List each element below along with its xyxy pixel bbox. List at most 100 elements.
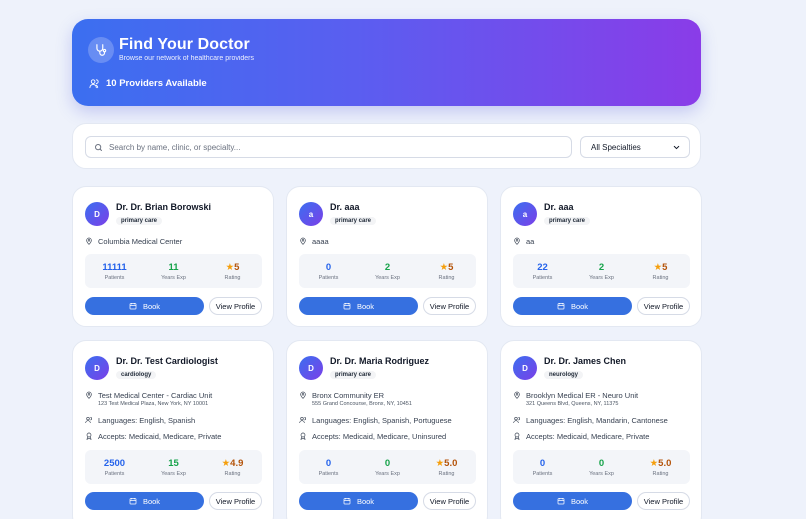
view-profile-button[interactable]: View Profile: [209, 297, 262, 315]
book-button[interactable]: Book: [85, 492, 204, 510]
stethoscope-icon: [88, 37, 114, 63]
insurance-text: Accepts: Medicaid, Medicare, Uninsured: [312, 432, 447, 441]
specialty-badge: primary care: [116, 217, 163, 225]
clinic-row: Columbia Medical Center: [85, 237, 182, 246]
years-label: Years Exp: [375, 470, 400, 477]
view-profile-button[interactable]: View Profile: [423, 492, 476, 510]
clinic-row: Test Medical Center - Cardiac Unit 123 Te…: [85, 391, 212, 407]
users-icon: [85, 416, 93, 424]
patients-value: 0: [325, 261, 332, 273]
map-pin-icon: [513, 237, 521, 245]
book-label: Book: [142, 496, 161, 506]
book-button[interactable]: Book: [85, 297, 204, 315]
specialty-badge: primary care: [544, 217, 591, 225]
view-profile-button[interactable]: View Profile: [637, 297, 690, 315]
languages-row: Languages: English, Spanish, Portuguese: [299, 416, 452, 425]
patients-label: Patients: [532, 274, 553, 281]
clinic-address: 123 Test Medical Plaza, New York, NY 100…: [98, 401, 209, 407]
patients-value: 11111: [102, 261, 127, 273]
view-profile-button[interactable]: View Profile: [423, 297, 476, 315]
book-label: Book: [570, 301, 589, 311]
rating-value: 5.0: [444, 457, 458, 469]
award-icon: [513, 432, 521, 440]
years-value: 11: [168, 261, 179, 273]
rating-label: Rating: [438, 470, 455, 477]
clinic-name: Columbia Medical Center: [98, 237, 183, 246]
avatar: D: [85, 202, 109, 226]
clinic-row: Bronx Community ER 555 Grand Concourse, B…: [299, 391, 412, 407]
star-icon: ★: [653, 261, 663, 273]
star-icon: ★: [435, 457, 445, 469]
insurance-row: Accepts: Medicaid, Medicare, Private: [513, 432, 649, 441]
years-value: 0: [384, 457, 391, 469]
book-label: Book: [356, 496, 375, 506]
book-button[interactable]: Book: [299, 492, 418, 510]
map-pin-icon: [299, 391, 307, 399]
stats-panel: 0 Patients 0 Years Exp ★5.0 Rating: [299, 450, 476, 484]
languages-text: Languages: English, Mandarin, Cantonese: [526, 416, 668, 425]
years-value: 2: [384, 261, 391, 273]
award-icon: [299, 432, 307, 440]
book-button[interactable]: Book: [299, 297, 418, 315]
patients-label: Patients: [532, 470, 553, 477]
star-icon: ★: [649, 457, 659, 469]
doctor-name: Dr. Dr. James Chen: [544, 356, 627, 366]
clinic-address: 321 Queens Blvd, Queens, NY, 11375: [526, 401, 619, 407]
specialty-badge: neurology: [544, 371, 584, 379]
book-label: Book: [142, 301, 161, 311]
patients-label: Patients: [104, 274, 125, 281]
doctor-card: D Dr. Dr. Maria Rodriguez primary care B…: [286, 340, 488, 519]
stats-panel: 11111 Patients 11 Years Exp ★5 Rating: [85, 254, 262, 288]
page-title: Find Your Doctor: [119, 36, 250, 53]
map-pin-icon: [85, 391, 93, 399]
years-value: 0: [598, 457, 605, 469]
patients-label: Patients: [318, 274, 339, 281]
map-pin-icon: [85, 237, 93, 245]
users-icon: [513, 416, 521, 424]
stats-panel: 2500 Patients 15 Years Exp ★4.9 Rating: [85, 450, 262, 484]
rating-value: 4.9: [230, 457, 244, 469]
stats-panel: 22 Patients 2 Years Exp ★5 Rating: [513, 254, 690, 288]
book-label: Book: [570, 496, 589, 506]
rating-value: 5: [448, 261, 454, 273]
clinic-name: aa: [526, 237, 535, 246]
languages-row: Languages: English, Spanish: [85, 416, 195, 425]
search-icon: [94, 143, 103, 152]
languages-text: Languages: English, Spanish: [98, 416, 196, 425]
star-icon: ★: [225, 261, 235, 273]
patients-value: 22: [537, 261, 548, 273]
search-box[interactable]: [85, 136, 572, 158]
insurance-row: Accepts: Medicaid, Medicare, Uninsured: [299, 432, 446, 441]
patients-label: Patients: [318, 470, 339, 477]
users-icon: [89, 78, 100, 89]
doctor-name: Dr. Dr. Test Cardiologist: [116, 356, 218, 366]
avatar: D: [299, 356, 323, 380]
view-profile-button[interactable]: View Profile: [637, 492, 690, 510]
insurance-text: Accepts: Medicaid, Medicare, Private: [526, 432, 650, 441]
insurance-row: Accepts: Medicaid, Medicare, Private: [85, 432, 221, 441]
insurance-text: Accepts: Medicaid, Medicare, Private: [98, 432, 222, 441]
specialty-badge: primary care: [330, 371, 377, 379]
doctor-card: D Dr. Dr. Brian Borowski primary care Co…: [72, 186, 274, 327]
map-pin-icon: [299, 237, 307, 245]
book-button[interactable]: Book: [513, 297, 632, 315]
years-label: Years Exp: [161, 470, 186, 477]
patients-value: 0: [325, 457, 332, 469]
avatar: D: [513, 356, 537, 380]
book-button[interactable]: Book: [513, 492, 632, 510]
calendar-icon: [343, 302, 351, 310]
patients-value: 2500: [103, 457, 126, 469]
years-label: Years Exp: [589, 274, 614, 281]
specialty-badge: cardiology: [116, 371, 157, 379]
doctor-card: a Dr. aaa primary care aaaa 0 Patients 2Y…: [286, 186, 488, 327]
page-subtitle: Browse our network of healthcare provide…: [119, 55, 255, 62]
search-input[interactable]: [109, 142, 549, 152]
specialty-select[interactable]: All Specialties: [580, 136, 690, 158]
map-pin-icon: [513, 391, 521, 399]
calendar-icon: [557, 302, 565, 310]
clinic-address: 555 Grand Concourse, Bronx, NY, 10451: [312, 401, 412, 407]
star-icon: ★: [221, 457, 231, 469]
view-profile-button[interactable]: View Profile: [209, 492, 262, 510]
rating-label: Rating: [224, 274, 241, 281]
languages-row: Languages: English, Mandarin, Cantonese: [513, 416, 668, 425]
